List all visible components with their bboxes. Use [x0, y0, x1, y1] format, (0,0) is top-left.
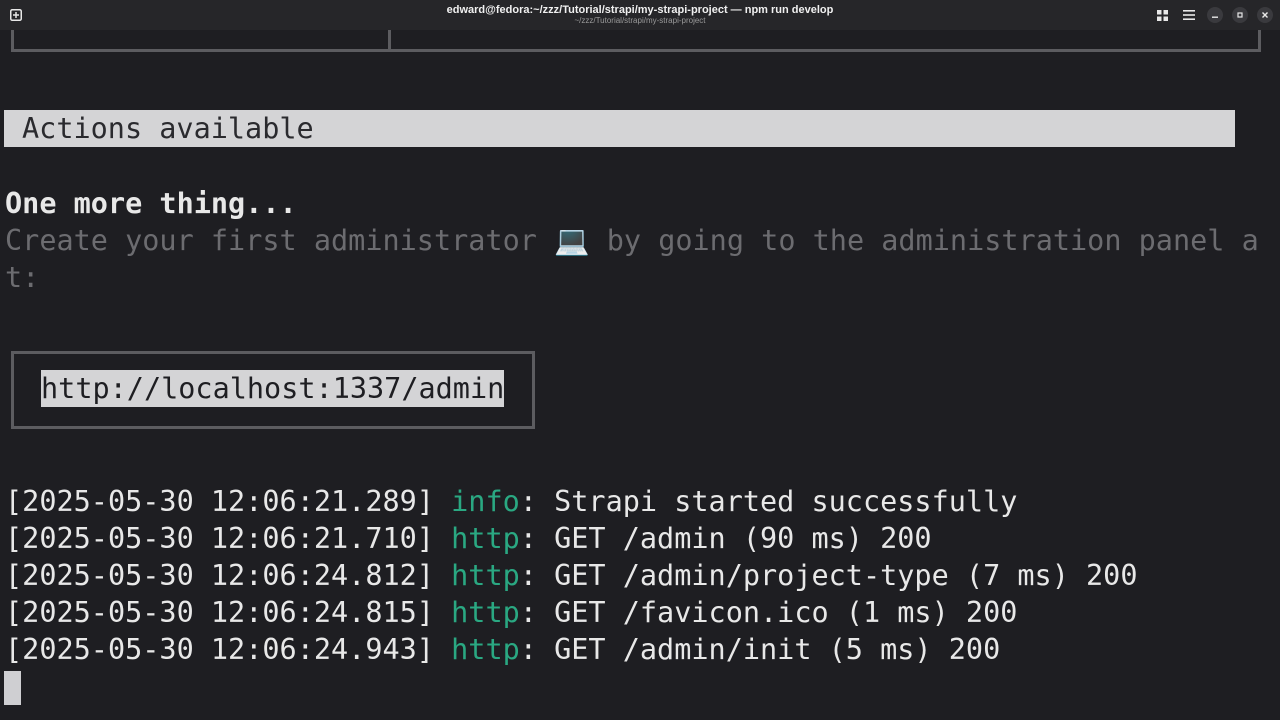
window-title: edward@fedora:~/zzz/Tutorial/strapi/my-s…: [446, 4, 834, 16]
table-bottom-border: [11, 30, 1261, 52]
grid-icon: [1156, 9, 1168, 21]
close-icon: [1262, 12, 1268, 18]
log-separator: :: [519, 522, 555, 555]
log-separator: :: [519, 559, 555, 592]
log-line: [2025-05-30 12:06:24.812] http: GET /adm…: [5, 557, 1138, 594]
terminal-window: edward@fedora:~/zzz/Tutorial/strapi/my-s…: [0, 0, 1280, 720]
laptop-emoji: 💻: [554, 224, 590, 257]
terminal-cursor: [4, 671, 21, 705]
log-level: http: [451, 559, 520, 592]
minimize-icon: [1212, 16, 1218, 18]
terminal-output[interactable]: Actions available One more thing... Crea…: [0, 30, 1280, 720]
log-timestamp: [2025-05-30 12:06:24.943]: [5, 633, 434, 666]
log-line: [2025-05-30 12:06:24.815] http: GET /fav…: [5, 594, 1017, 631]
log-line: [2025-05-30 12:06:24.943] http: GET /adm…: [5, 631, 1000, 668]
log-timestamp: [2025-05-30 12:06:24.812]: [5, 559, 434, 592]
log-message: GET /admin/project-type (7 ms) 200: [554, 559, 1138, 592]
table-column-divider: [388, 30, 391, 52]
log-line: [2025-05-30 12:06:21.289] info: Strapi s…: [5, 483, 1017, 520]
close-button[interactable]: [1257, 7, 1273, 23]
create-admin-text-line-1: Create your first administrator 💻 by goi…: [5, 222, 1259, 259]
log-level: http: [451, 522, 520, 555]
hamburger-menu-icon: [1183, 10, 1195, 20]
log-timestamp: [2025-05-30 12:06:21.289]: [5, 485, 434, 518]
log-separator: :: [519, 633, 555, 666]
log-separator: :: [519, 485, 555, 518]
create-admin-text-a: Create your first administrator: [5, 224, 555, 257]
log-message: Strapi started successfully: [554, 485, 1018, 518]
maximize-icon: [1237, 12, 1243, 18]
title-bar: edward@fedora:~/zzz/Tutorial/strapi/my-s…: [0, 0, 1280, 30]
log-message: GET /admin (90 ms) 200: [554, 522, 932, 555]
log-level: http: [451, 633, 520, 666]
window-subtitle: ~/zzz/Tutorial/strapi/my-strapi-project: [574, 16, 706, 25]
admin-url-box: http://localhost:1337/admin: [11, 351, 535, 429]
minimize-button[interactable]: [1207, 7, 1223, 23]
tab-overview-button[interactable]: [1154, 7, 1170, 23]
one-more-thing-heading: One more thing...: [5, 187, 297, 220]
log-timestamp: [2025-05-30 12:06:21.710]: [5, 522, 434, 555]
log-line: [2025-05-30 12:06:21.710] http: GET /adm…: [5, 520, 932, 557]
log-level: info: [451, 485, 520, 518]
log-message: GET /favicon.ico (1 ms) 200: [554, 596, 1018, 629]
actions-available-heading: Actions available: [4, 110, 1235, 147]
log-separator: :: [519, 596, 555, 629]
menu-button[interactable]: [1181, 7, 1197, 23]
maximize-button[interactable]: [1232, 7, 1248, 23]
admin-url-link[interactable]: http://localhost:1337/admin: [41, 370, 505, 407]
log-timestamp: [2025-05-30 12:06:24.815]: [5, 596, 434, 629]
create-admin-text-b: by going to the administration panel a: [589, 224, 1259, 257]
create-admin-text-line-2: t:: [5, 261, 40, 294]
log-level: http: [451, 596, 520, 629]
log-message: GET /admin/init (5 ms) 200: [554, 633, 1001, 666]
